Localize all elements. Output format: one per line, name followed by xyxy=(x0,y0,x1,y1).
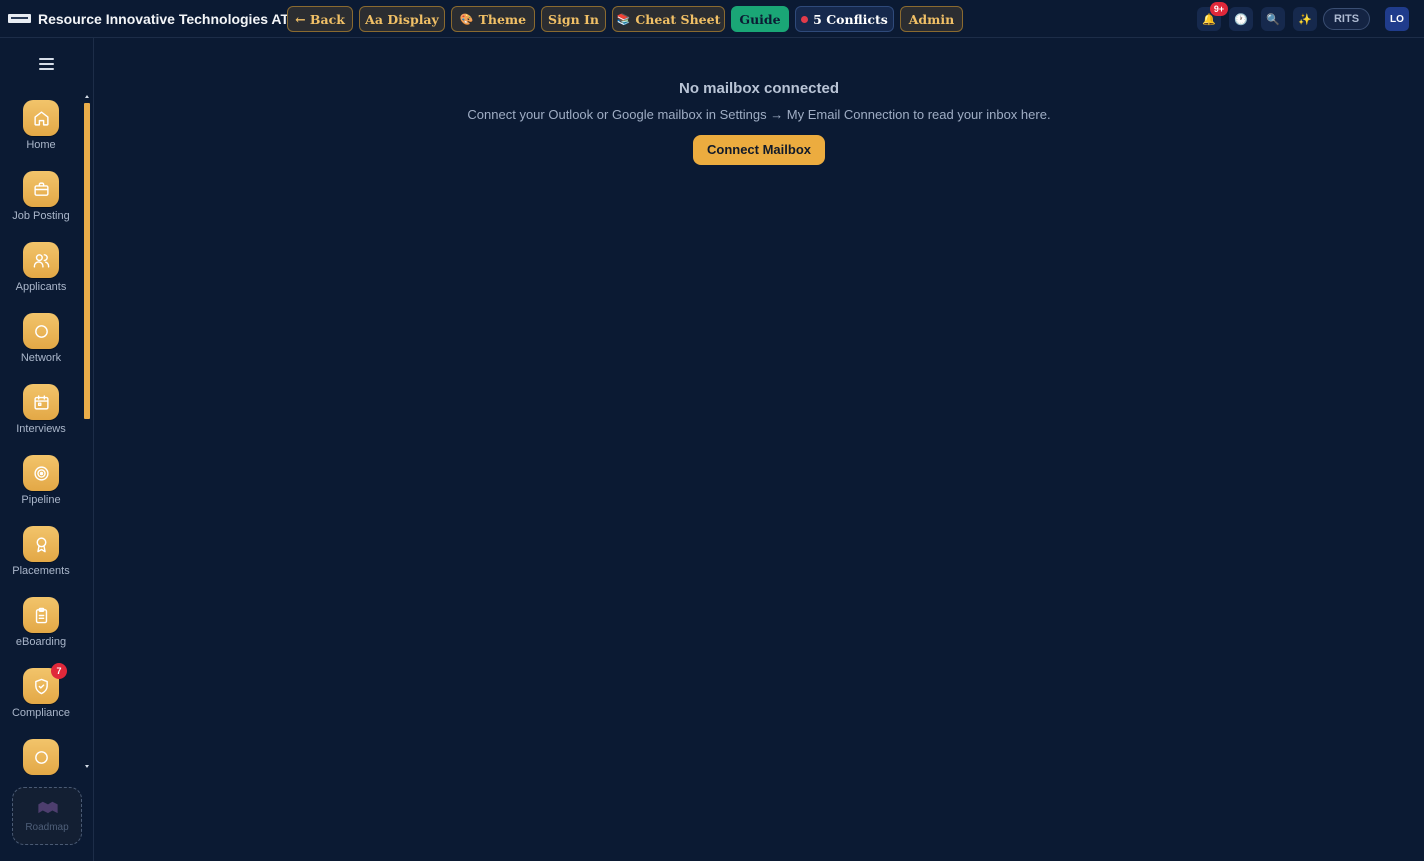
org-switcher[interactable]: RITS xyxy=(1323,8,1370,30)
sign-in-button[interactable]: Sign In xyxy=(541,6,606,32)
circle-icon xyxy=(23,739,59,775)
sidebar-scrollbar[interactable] xyxy=(84,103,90,419)
clipboard-icon xyxy=(23,597,59,633)
sidebar-item-label: Placements xyxy=(12,565,70,577)
sparkle-icon: ✨ xyxy=(1298,13,1312,26)
cheat-sheet-button-label: Cheat Sheet xyxy=(635,11,721,27)
empty-state-description: Connect your Outlook or Google mailbox i… xyxy=(467,107,1051,122)
sidebar-item-label: Compliance xyxy=(11,707,71,719)
sidebar-item-pipeline[interactable]: Pipeline xyxy=(0,455,82,515)
notifications-button[interactable]: 🔔 9+ xyxy=(1197,2,1228,31)
roadmap-button[interactable]: Roadmap xyxy=(12,787,82,845)
roadmap-label: Roadmap xyxy=(25,822,69,833)
avatar[interactable]: LO xyxy=(1385,7,1409,31)
empty-state-title: No mailbox connected xyxy=(678,80,840,97)
sidebar-item-label: Pipeline xyxy=(21,494,61,506)
sidebar-item-interviews[interactable]: Interviews xyxy=(0,384,82,444)
sidebar: Home Job Posting Applicants Network Inte… xyxy=(0,38,94,861)
palette-icon: 🎨 xyxy=(459,12,474,26)
sidebar-item-more[interactable] xyxy=(0,739,82,775)
ai-assistant-button[interactable]: ✨ xyxy=(1293,7,1317,31)
app-title: Resource Innovative Technologies ATS xyxy=(38,11,299,27)
theme-button[interactable]: 🎨 Theme xyxy=(451,6,535,32)
guide-button[interactable]: Guide xyxy=(731,6,789,32)
theme-button-label: Theme xyxy=(478,11,527,27)
sidebar-item-compliance[interactable]: 7 Compliance xyxy=(0,663,82,728)
sidebar-item-label: Job Posting xyxy=(12,210,70,222)
books-icon: 📚 xyxy=(616,12,631,26)
back-button[interactable]: ← Back xyxy=(287,6,353,32)
connect-mailbox-button[interactable]: Connect Mailbox xyxy=(692,135,825,165)
notification-badge: 9+ xyxy=(1210,2,1228,16)
sidebar-item-placements[interactable]: Placements xyxy=(0,526,82,586)
target-icon xyxy=(23,455,59,491)
clock-icon: 🕐 xyxy=(1234,13,1248,26)
home-icon xyxy=(23,100,59,136)
top-bar: Resource Innovative Technologies ATS ← B… xyxy=(0,0,1424,38)
sidebar-item-label: Interviews xyxy=(16,423,66,435)
sidebar-item-network[interactable]: Network xyxy=(0,313,82,373)
display-button[interactable]: Aa Display xyxy=(359,6,445,32)
calendar-icon xyxy=(23,384,59,420)
conflict-dot-icon xyxy=(801,15,809,23)
menu-toggle-icon[interactable] xyxy=(39,58,54,70)
sidebar-item-home[interactable]: Home xyxy=(0,100,82,160)
circle-icon xyxy=(23,313,59,349)
conflicts-button-label: 5 Conflicts xyxy=(813,11,888,27)
mailbox-empty-state: No mailbox connected Connect your Outloo… xyxy=(94,80,1424,165)
sidebar-item-applicants[interactable]: Applicants xyxy=(0,242,82,302)
conflicts-button[interactable]: 5 Conflicts xyxy=(795,6,894,32)
history-button[interactable]: 🕐 xyxy=(1229,7,1253,31)
briefcase-icon xyxy=(23,171,59,207)
sidebar-item-label: Network xyxy=(20,352,62,364)
compliance-badge: 7 xyxy=(51,663,67,679)
scroll-up-arrow[interactable] xyxy=(85,95,89,98)
map-icon xyxy=(37,800,59,814)
sidebar-item-job-posting[interactable]: Job Posting xyxy=(0,171,82,231)
sidebar-item-label: Applicants xyxy=(15,281,67,293)
search-button[interactable]: 🔍 xyxy=(1261,7,1285,31)
sidebar-item-label: eBoarding xyxy=(15,636,67,648)
cheat-sheet-button[interactable]: 📚 Cheat Sheet xyxy=(612,6,725,32)
award-icon xyxy=(23,526,59,562)
users-icon xyxy=(23,242,59,278)
app-logo xyxy=(8,14,31,23)
search-icon: 🔍 xyxy=(1266,13,1280,26)
sidebar-item-label: Home xyxy=(26,139,56,151)
admin-button[interactable]: Admin xyxy=(900,6,963,32)
scroll-down-arrow[interactable] xyxy=(85,765,89,768)
sidebar-item-eboarding[interactable]: eBoarding xyxy=(0,597,82,657)
